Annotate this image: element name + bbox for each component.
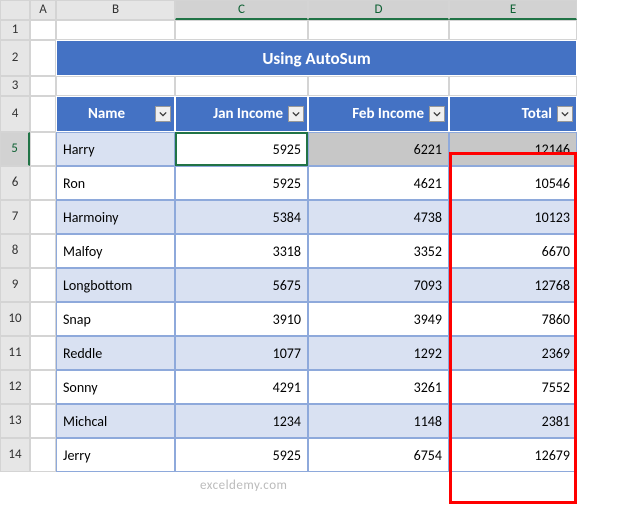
cell-jan[interactable]: 5384 xyxy=(175,200,308,234)
table-header-feb[interactable]: Feb Income xyxy=(308,96,449,132)
cell-jan[interactable]: 3910 xyxy=(175,302,308,336)
watermark-text: exceldemy.com xyxy=(200,478,287,493)
cell-total[interactable]: 10123 xyxy=(449,200,577,234)
cell-jan[interactable]: 1234 xyxy=(175,404,308,438)
cell-feb[interactable]: 1148 xyxy=(308,404,449,438)
row-header-3[interactable]: 3 xyxy=(0,76,30,96)
cell-jan[interactable]: 5925 xyxy=(175,166,308,200)
row-header-6[interactable]: 6 xyxy=(0,166,30,200)
cell-total[interactable]: 12768 xyxy=(449,268,577,302)
row-header-11[interactable]: 11 xyxy=(0,336,30,370)
cell-feb[interactable]: 3352 xyxy=(308,234,449,268)
filter-button-feb[interactable] xyxy=(429,106,445,122)
cell-feb[interactable]: 6221 xyxy=(308,132,449,166)
col-header-d[interactable]: D xyxy=(308,0,449,20)
row-header-14[interactable]: 14 xyxy=(0,438,30,472)
cell-jan[interactable]: 1077 xyxy=(175,336,308,370)
cell-jan[interactable]: 3318 xyxy=(175,234,308,268)
cell-a7[interactable] xyxy=(30,200,56,234)
cell-total[interactable]: 12679 xyxy=(449,438,577,472)
col-header-a[interactable]: A xyxy=(30,0,56,20)
cell-feb[interactable]: 3261 xyxy=(308,370,449,404)
cell-a13[interactable] xyxy=(30,404,56,438)
cell-b3[interactable] xyxy=(56,76,175,96)
title-cell[interactable]: Using AutoSum xyxy=(56,40,577,76)
row-header-12[interactable]: 12 xyxy=(0,370,30,404)
cell-e1[interactable] xyxy=(449,20,577,40)
col-header-e[interactable]: E xyxy=(449,0,577,20)
row-header-5[interactable]: 5 xyxy=(0,132,30,166)
cell-feb[interactable]: 3949 xyxy=(308,302,449,336)
cell-total[interactable]: 10546 xyxy=(449,166,577,200)
row-header-1[interactable]: 1 xyxy=(0,20,30,40)
cell-b1[interactable] xyxy=(56,20,175,40)
header-label: Jan Income xyxy=(213,105,283,123)
select-all-corner[interactable] xyxy=(0,0,30,20)
cell-feb[interactable]: 4738 xyxy=(308,200,449,234)
cell-name[interactable]: Ron xyxy=(56,166,175,200)
header-label: Total xyxy=(522,105,552,123)
cell-a8[interactable] xyxy=(30,234,56,268)
cell-total[interactable]: 2381 xyxy=(449,404,577,438)
cell-name[interactable]: Jerry xyxy=(56,438,175,472)
cell-total[interactable]: 7860 xyxy=(449,302,577,336)
filter-button-jan[interactable] xyxy=(288,106,304,122)
cell-a5[interactable] xyxy=(30,132,56,166)
cell-a6[interactable] xyxy=(30,166,56,200)
col-header-c[interactable]: C xyxy=(175,0,308,20)
cell-name[interactable]: Reddle xyxy=(56,336,175,370)
cell-total[interactable]: 6670 xyxy=(449,234,577,268)
cell-jan[interactable]: 4291 xyxy=(175,370,308,404)
cell-total[interactable]: 12146 xyxy=(449,132,577,166)
cell-feb[interactable]: 1292 xyxy=(308,336,449,370)
cell-feb[interactable]: 6754 xyxy=(308,438,449,472)
cell-a3[interactable] xyxy=(30,76,56,96)
col-header-b[interactable]: B xyxy=(56,0,175,20)
cell-total[interactable]: 2369 xyxy=(449,336,577,370)
cell-total[interactable]: 7552 xyxy=(449,370,577,404)
row-header-13[interactable]: 13 xyxy=(0,404,30,438)
filter-button-total[interactable] xyxy=(557,106,573,122)
table-header-jan[interactable]: Jan Income xyxy=(175,96,308,132)
row-header-9[interactable]: 9 xyxy=(0,268,30,302)
header-label: Feb Income xyxy=(352,105,424,123)
row-header-8[interactable]: 8 xyxy=(0,234,30,268)
cell-jan[interactable]: 5925 xyxy=(175,438,308,472)
cell-jan[interactable]: 5925 xyxy=(175,132,308,166)
cell-name[interactable]: Snap xyxy=(56,302,175,336)
cell-c3[interactable] xyxy=(175,76,308,96)
table-header-total[interactable]: Total xyxy=(449,96,577,132)
cell-a4[interactable] xyxy=(30,96,56,132)
filter-button-name[interactable] xyxy=(155,106,171,122)
cell-name[interactable]: Longbottom xyxy=(56,268,175,302)
cell-a2[interactable] xyxy=(30,40,56,76)
cell-name[interactable]: Michcal xyxy=(56,404,175,438)
cell-a1[interactable] xyxy=(30,20,56,40)
cell-jan[interactable]: 5675 xyxy=(175,268,308,302)
spreadsheet-grid[interactable]: A B C D E 1 2 Using AutoSum 3 4 Name Jan… xyxy=(0,0,621,472)
cell-feb[interactable]: 7093 xyxy=(308,268,449,302)
row-header-4[interactable]: 4 xyxy=(0,96,30,132)
cell-d1[interactable] xyxy=(308,20,449,40)
cell-name[interactable]: Harry xyxy=(56,132,175,166)
header-label: Name xyxy=(88,105,125,123)
cell-a10[interactable] xyxy=(30,302,56,336)
cell-e3[interactable] xyxy=(449,76,577,96)
row-header-7[interactable]: 7 xyxy=(0,200,30,234)
row-header-10[interactable]: 10 xyxy=(0,302,30,336)
cell-d3[interactable] xyxy=(308,76,449,96)
cell-name[interactable]: Malfoy xyxy=(56,234,175,268)
row-header-2[interactable]: 2 xyxy=(0,40,30,76)
cell-a11[interactable] xyxy=(30,336,56,370)
table-header-name[interactable]: Name xyxy=(56,96,175,132)
cell-feb[interactable]: 4621 xyxy=(308,166,449,200)
cell-c1[interactable] xyxy=(175,20,308,40)
cell-name[interactable]: Harmoiny xyxy=(56,200,175,234)
cell-name[interactable]: Sonny xyxy=(56,370,175,404)
cell-a12[interactable] xyxy=(30,370,56,404)
cell-a14[interactable] xyxy=(30,438,56,472)
cell-a9[interactable] xyxy=(30,268,56,302)
